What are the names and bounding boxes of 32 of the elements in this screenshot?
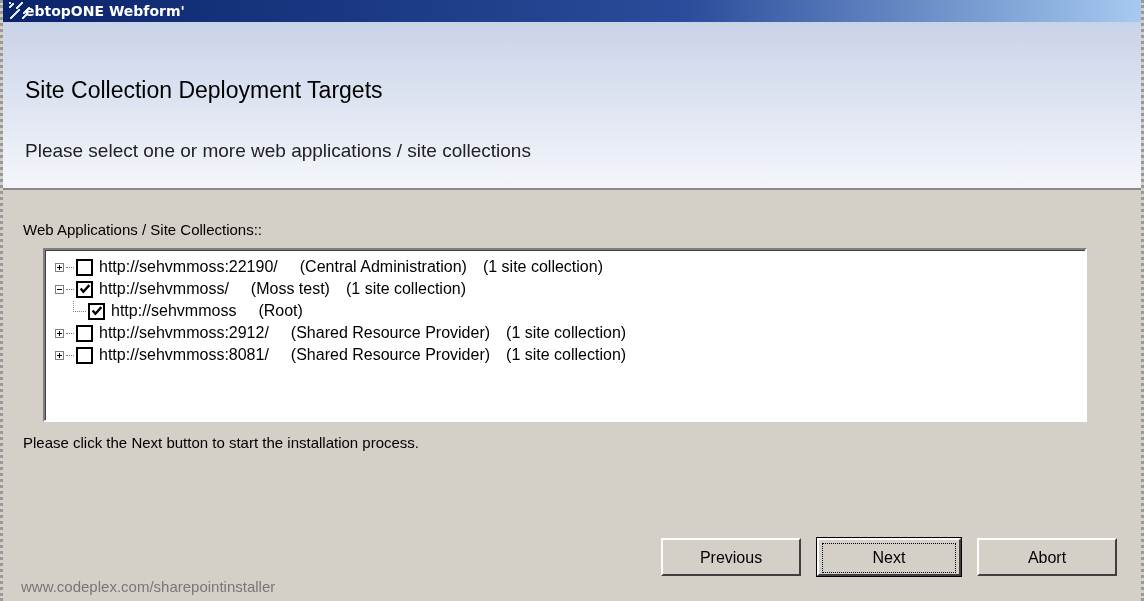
tree-item-count: (1 site collection) (482, 258, 603, 276)
tree-label: Web Applications / Site Collections:: (23, 221, 263, 238)
tree-item-url[interactable]: http://sehvmmoss:8081/ (99, 346, 269, 364)
checkbox[interactable] (76, 324, 93, 342)
tree-item-url[interactable]: http://sehvmmoss:22190/ (99, 258, 278, 276)
page-subtitle: Please select one or more web applications / site collections (25, 140, 532, 162)
dialog-button[interactable]: Previous (661, 538, 801, 576)
tree-item-url[interactable]: http://sehvmmoss:2912/ (99, 324, 269, 342)
tree-item-name: (Shared Resource Provider) (290, 324, 491, 342)
tree-item-count: (1 site collection) (506, 324, 627, 342)
footer-url: www.codeplex.com/sharepointinstaller (21, 578, 276, 595)
checkbox[interactable] (76, 258, 93, 276)
tree-item-url[interactable]: http://sehvmmoss (111, 302, 237, 320)
tree-item-name: (Central Administration) (299, 258, 467, 276)
tree-item-name: (Root) (258, 302, 303, 320)
expand-icon[interactable] (55, 328, 64, 338)
dialog-button[interactable]: Abort (977, 538, 1117, 576)
checkbox[interactable] (76, 346, 93, 364)
page-title: Site Collection Deployment Targets (25, 77, 384, 104)
tree-item-count: (1 site collection) (506, 346, 627, 364)
tree-item-name: (Shared Resource Provider) (290, 346, 491, 364)
tree-item-name: (Moss test) (250, 280, 330, 298)
checkbox[interactable] (88, 302, 105, 320)
instruction-text: Please click the Next button to start the installation process. (23, 434, 421, 451)
checkbox[interactable] (76, 280, 93, 298)
expand-icon[interactable] (55, 350, 64, 360)
expand-icon[interactable] (55, 262, 64, 272)
dialog-button[interactable]: Next (817, 538, 961, 576)
collapse-icon[interactable] (55, 284, 64, 294)
window-title: ebtopONE Webform' (25, 3, 185, 19)
tree-item-url[interactable]: http://sehvmmoss/ (99, 280, 229, 298)
tree-item-count: (1 site collection) (345, 280, 466, 298)
